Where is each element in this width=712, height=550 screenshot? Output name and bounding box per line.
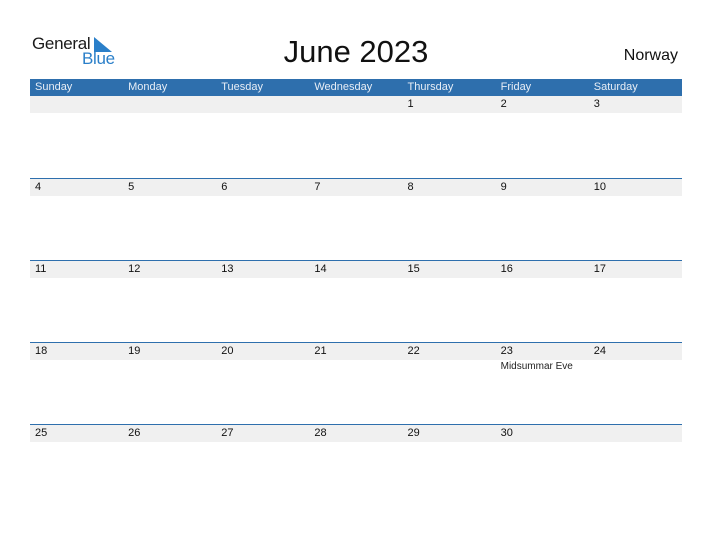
day-number: 10 <box>593 181 606 193</box>
weekday-tuesday: Tuesday <box>221 81 264 93</box>
holiday-label <box>309 360 402 373</box>
day-number: 21 <box>314 345 327 357</box>
day-number: 1 <box>407 98 414 110</box>
weekday-friday: Friday <box>500 81 532 93</box>
week-row: 1 2 3 <box>30 96 682 178</box>
day-number: 5 <box>128 181 135 193</box>
week-row: 11 12 13 14 15 16 17 <box>30 260 682 342</box>
day-number: 16 <box>500 263 513 275</box>
weekday-saturday: Saturday <box>593 81 638 93</box>
holiday-label <box>30 360 123 373</box>
day-number <box>30 96 123 113</box>
day-number: 28 <box>314 427 327 439</box>
weekday-monday: Monday <box>128 81 168 93</box>
day-number: 24 <box>593 345 606 357</box>
day-number: 18 <box>35 345 48 357</box>
date-band: 11 12 13 14 15 16 17 <box>30 261 682 278</box>
day-number: 25 <box>35 427 48 439</box>
day-number: 27 <box>221 427 234 439</box>
day-number: 4 <box>35 181 42 193</box>
holiday-label <box>216 360 309 373</box>
day-number: 15 <box>407 263 420 275</box>
day-number <box>123 96 216 113</box>
date-band: 4 5 6 7 8 9 10 <box>30 179 682 196</box>
day-number: 8 <box>407 181 414 193</box>
weekday-header: Sunday Monday Tuesday Wednesday Thursday… <box>30 79 682 96</box>
day-number: 17 <box>593 263 606 275</box>
week-row: 25 26 27 28 29 30 <box>30 424 682 506</box>
day-number: 19 <box>128 345 141 357</box>
date-band: 25 26 27 28 29 30 <box>30 425 682 442</box>
calendar: Sunday Monday Tuesday Wednesday Thursday… <box>30 79 682 506</box>
day-number: 11 <box>35 263 47 275</box>
day-number: 6 <box>221 181 228 193</box>
day-number: 7 <box>314 181 321 193</box>
date-band: 1 2 3 <box>30 96 682 113</box>
weekday-sunday: Sunday <box>35 81 73 93</box>
day-number: 20 <box>221 345 234 357</box>
country-label: Norway <box>623 47 678 64</box>
weekday-thursday: Thursday <box>407 81 454 93</box>
day-number: 23 <box>500 345 513 357</box>
day-number: 9 <box>500 181 507 193</box>
holiday-label <box>589 360 682 373</box>
day-number: 12 <box>128 263 141 275</box>
week-row: 18 19 20 21 22 23 24 Midsummar Eve <box>30 342 682 424</box>
holiday-label <box>403 360 496 373</box>
day-number: 26 <box>128 427 141 439</box>
holiday-label: Midsummar Eve <box>500 361 573 372</box>
day-number: 3 <box>593 98 600 110</box>
week-row: 4 5 6 7 8 9 10 <box>30 178 682 260</box>
weekday-wednesday: Wednesday <box>314 81 373 93</box>
date-band: 18 19 20 21 22 23 24 <box>30 343 682 360</box>
day-number: 22 <box>407 345 420 357</box>
day-number <box>589 425 682 442</box>
day-number: 2 <box>500 98 507 110</box>
holiday-label <box>123 360 216 373</box>
day-number: 13 <box>221 263 234 275</box>
events-row: Midsummar Eve <box>30 360 682 373</box>
day-number <box>309 96 402 113</box>
day-number <box>216 96 309 113</box>
day-number: 14 <box>314 263 327 275</box>
page-title: June 2023 <box>283 34 429 69</box>
day-number: 29 <box>407 427 420 439</box>
day-number: 30 <box>500 427 513 439</box>
